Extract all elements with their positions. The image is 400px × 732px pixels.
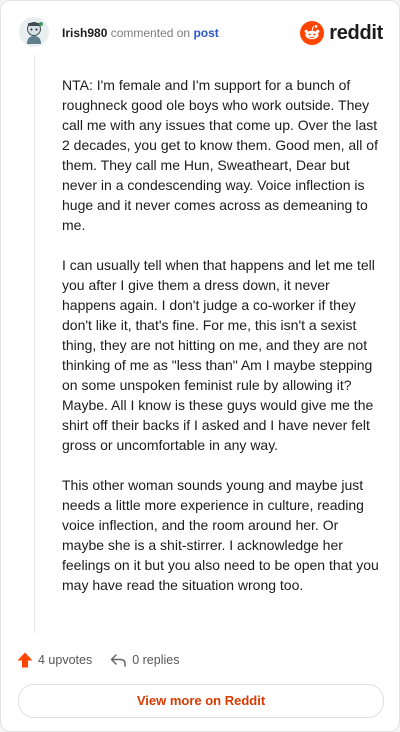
comment-paragraph: This other woman sounds young and maybe … bbox=[62, 477, 379, 593]
reddit-logo[interactable]: reddit bbox=[300, 20, 383, 46]
thread-line bbox=[34, 55, 35, 633]
avatar[interactable] bbox=[19, 17, 49, 47]
reddit-logo-icon bbox=[300, 21, 325, 45]
comment-body: NTA: I'm female and I'm support for a bu… bbox=[62, 75, 380, 615]
comment-footer: 4 upvotes 0 replies bbox=[17, 649, 197, 671]
comment-header: Irish980 commented on post reddit bbox=[19, 17, 383, 51]
upvote-arrow-icon[interactable] bbox=[17, 652, 33, 668]
reply-control[interactable]: 0 replies bbox=[110, 652, 179, 668]
comment-meta: Irish980 commented on post bbox=[62, 26, 219, 40]
action-text: commented on bbox=[110, 26, 191, 40]
upvote-count: 4 upvotes bbox=[38, 653, 93, 667]
reddit-wordmark: reddit bbox=[329, 21, 383, 44]
reply-count: 0 replies bbox=[132, 653, 180, 667]
embedded-comment-card: Irish980 commented on post reddit NTA: I… bbox=[0, 0, 400, 732]
avatar-icon bbox=[19, 17, 49, 47]
post-link[interactable]: post bbox=[193, 26, 218, 40]
view-more-button[interactable]: View more on Reddit bbox=[18, 684, 384, 718]
comment-paragraph: NTA: I'm female and I'm support for a bu… bbox=[62, 77, 378, 233]
username[interactable]: Irish980 bbox=[62, 26, 107, 40]
comment-paragraph: I can usually tell when that happens and… bbox=[62, 257, 375, 453]
upvote-control[interactable]: 4 upvotes bbox=[17, 652, 92, 668]
reply-icon[interactable] bbox=[110, 652, 127, 668]
